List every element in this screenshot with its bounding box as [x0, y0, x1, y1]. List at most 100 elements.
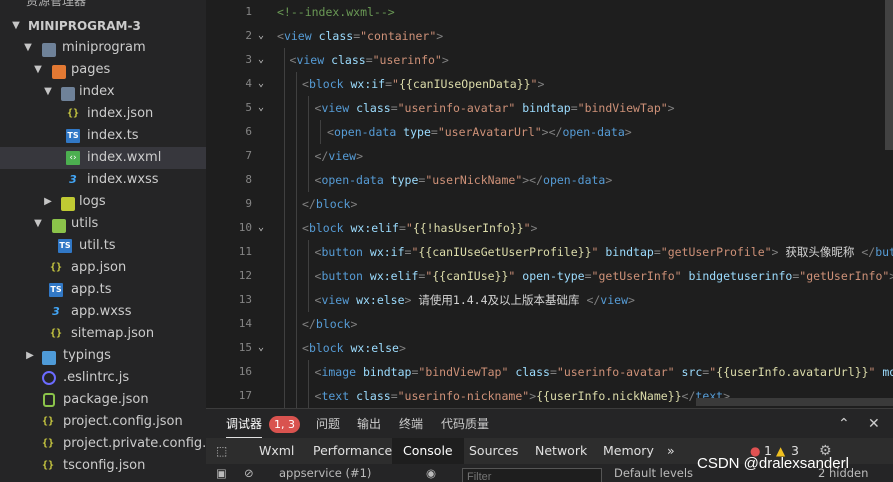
log-levels-select[interactable]: Default levels	[614, 466, 693, 480]
code-token: wx:else	[343, 341, 399, 355]
chevron-down-icon: ▼	[34, 64, 42, 75]
typescript-file-icon: TS	[66, 129, 80, 143]
collapse-panel-icon[interactable]: ⌃	[838, 409, 850, 439]
json-file-icon: {}	[49, 262, 63, 273]
code-token: view	[600, 293, 628, 307]
code-token: =	[385, 77, 393, 91]
code-token: >	[356, 149, 363, 163]
fold-chevron-icon[interactable]: ⌄	[258, 336, 264, 360]
tree-item-index[interactable]: ▼ index	[0, 81, 206, 103]
fold-chevron-icon[interactable]: ⌄	[258, 48, 264, 72]
code-line[interactable]: 9 </block>	[206, 192, 893, 216]
code-token: <	[302, 341, 309, 355]
tree-item-app-json[interactable]: {} app.json	[0, 257, 206, 279]
code-line[interactable]: 8 <open-data type="userNickName"></open-d…	[206, 168, 893, 192]
fold-chevron-icon[interactable]: ⌄	[258, 24, 264, 48]
fold-chevron-icon[interactable]: ⌄	[258, 72, 264, 96]
line-number: 4	[245, 77, 252, 90]
tree-item-app-ts[interactable]: TS app.ts	[0, 279, 206, 301]
code-line[interactable]: 2 ⌄ <view class="container">	[206, 24, 893, 48]
inspect-element-icon[interactable]: ⬚	[216, 438, 227, 464]
code-token: >	[667, 101, 675, 115]
tree-item-project-private-config[interactable]: {} project.private.config.js...	[0, 433, 206, 455]
tab-terminal[interactable]: 终端	[399, 409, 423, 439]
tree-item-logs[interactable]: ▶ logs	[0, 191, 206, 213]
code-line[interactable]: 1 <!--index.wxml-->	[206, 0, 893, 24]
tab-performance[interactable]: Performance	[313, 438, 392, 464]
tab-sources[interactable]: Sources	[469, 438, 518, 464]
eye-icon[interactable]: ◉	[426, 466, 436, 480]
fold-chevron-icon[interactable]: ⌄	[258, 216, 264, 240]
horizontal-scrollbar[interactable]	[696, 398, 893, 406]
code-token: 获取头像昵称	[778, 245, 862, 259]
tree-item-utils[interactable]: ▼ utils	[0, 213, 206, 235]
tab-debugger[interactable]: 调试器	[226, 409, 263, 439]
tree-item-package-json[interactable]: package.json	[0, 389, 206, 411]
tab-console[interactable]: Console	[392, 438, 464, 464]
code-token: "bindViewTap"	[577, 101, 668, 115]
code-line[interactable]: 14 </block>	[206, 312, 893, 336]
tree-item-tsconfig[interactable]: {} tsconfig.json	[0, 455, 206, 477]
code-token: view	[283, 29, 312, 43]
line-number: 16	[238, 365, 252, 378]
tree-item-index-ts[interactable]: TS index.ts	[0, 125, 206, 147]
code-line[interactable]: 5 ⌄ <view class="userinfo-avatar" bindtap=…	[206, 96, 893, 120]
code-token: "	[523, 221, 531, 235]
code-line[interactable]: 16 <image bindtap="bindViewTap" class="us…	[206, 360, 893, 384]
code-text: <block wx:if="{{canIUseOpenData}}">	[302, 72, 544, 96]
tab-code-quality[interactable]: 代码质量	[441, 409, 489, 439]
code-line[interactable]: 10 ⌄ <block wx:elif="{{!hasUserInfo}}">	[206, 216, 893, 240]
code-line[interactable]: 13 <view wx:else> 请使用1.4.4及以上版本基础库 </view…	[206, 288, 893, 312]
tree-item-index-wxml[interactable]: ‹› index.wxml	[0, 147, 206, 169]
tab-wxml[interactable]: Wxml	[259, 438, 294, 464]
project-root[interactable]: ▼ MINIPROGRAM-3	[0, 15, 206, 37]
code-text: <button wx:if="{{canIUseGetUserProfile}}…	[315, 240, 893, 264]
context-select[interactable]: appservice (#1)	[279, 466, 371, 480]
tree-item-typings[interactable]: ▶ typings	[0, 345, 206, 367]
code-line[interactable]: 15 ⌄ <block wx:else>	[206, 336, 893, 360]
clear-console-icon[interactable]: ⊘	[244, 466, 254, 480]
code-editor[interactable]: 1 <!--index.wxml--> 2 ⌄ <view class="contain…	[206, 0, 893, 408]
code-token: wx:else	[349, 293, 405, 307]
code-line[interactable]: 3 ⌄ <view class="userinfo">	[206, 48, 893, 72]
vertical-scrollbar[interactable]	[885, 0, 893, 150]
code-token: {{canIUseGetUserProfile}}	[418, 245, 592, 259]
code-token: {{canIUse}}	[432, 269, 509, 283]
code-token: "userNickName"	[425, 173, 523, 187]
filter-input[interactable]	[462, 468, 602, 482]
code-line[interactable]: 4 ⌄ <block wx:if="{{canIUseOpenData}}">	[206, 72, 893, 96]
fold-chevron-icon[interactable]: ⌄	[258, 96, 264, 120]
tree-item-eslintrc[interactable]: .eslintrc.js	[0, 367, 206, 389]
code-line[interactable]: 7 </view>	[206, 144, 893, 168]
tree-item-index-json[interactable]: {} index.json	[0, 103, 206, 125]
tree-item-miniprogram[interactable]: ▼ miniprogram	[0, 37, 206, 59]
code-token: =	[653, 245, 661, 259]
sidebar-toggle-icon[interactable]: ▣	[216, 466, 227, 480]
tab-problems[interactable]: 问题	[316, 409, 340, 439]
code-token: wx:if	[362, 245, 405, 259]
code-token: =	[390, 101, 398, 115]
tree-item-pages[interactable]: ▼ pages	[0, 59, 206, 81]
close-icon[interactable]: ✕	[868, 409, 880, 439]
code-line[interactable]: 12 <button wx:elif="{{canIUse}}" open-typ…	[206, 264, 893, 288]
code-token: </	[314, 149, 329, 163]
tree-item-sitemap-json[interactable]: {} sitemap.json	[0, 323, 206, 345]
code-line[interactable]: 6 <open-data type="userAvatarUrl"></open-…	[206, 120, 893, 144]
tree-item-index-wxss[interactable]: 3 index.wxss	[0, 169, 206, 191]
tree-item-project-config[interactable]: {} project.config.json	[0, 411, 206, 433]
explorer-title: 资源管理器	[26, 0, 87, 8]
code-token: >	[624, 125, 632, 139]
code-token: type	[383, 173, 419, 187]
line-number: 10	[238, 221, 252, 234]
tree-item-util-ts[interactable]: TS util.ts	[0, 235, 206, 257]
more-tabs-icon[interactable]: »	[667, 438, 675, 464]
code-token: "getUserInfo"	[591, 269, 682, 283]
code-text: <view class="userinfo-avatar" bindtap="b…	[315, 96, 675, 120]
tab-memory[interactable]: Memory	[603, 438, 654, 464]
folder-logs-icon	[61, 197, 75, 211]
tab-output[interactable]: 输出	[357, 409, 381, 439]
code-line[interactable]: 11 <button wx:if="{{canIUseGetUserProfile…	[206, 240, 893, 264]
tree-item-app-wxss[interactable]: 3 app.wxss	[0, 301, 206, 323]
tab-network[interactable]: Network	[535, 438, 587, 464]
line-number: 8	[245, 173, 252, 186]
